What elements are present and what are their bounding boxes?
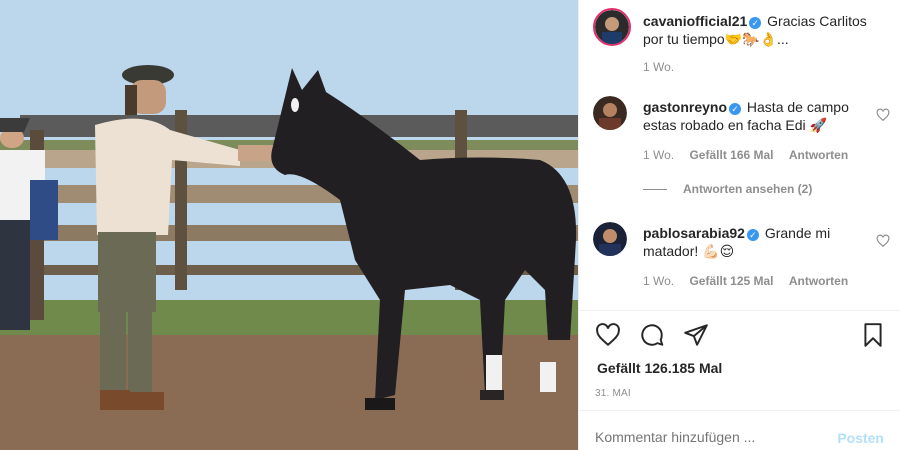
view-replies-label: Antworten ansehen (2) xyxy=(683,182,813,196)
comment-time[interactable]: 1 Wo. xyxy=(643,274,674,288)
commenter-avatar[interactable] xyxy=(593,96,627,130)
reply-button[interactable]: Antworten xyxy=(789,274,848,288)
comment-input[interactable] xyxy=(595,429,795,445)
verified-icon: ✓ xyxy=(746,229,759,241)
comment-meta: 1 Wo. Gefällt 125 Mal Antworten xyxy=(643,274,860,288)
verified-icon: ✓ xyxy=(729,103,742,115)
verified-icon: ✓ xyxy=(749,17,762,29)
post-comment-button[interactable]: Posten xyxy=(837,430,884,446)
author-username[interactable]: cavaniofficial21 xyxy=(643,13,747,29)
caption-meta: 1 Wo. xyxy=(643,60,686,74)
comment-text-block: gastonreyno ✓ Hasta de campo estas robado… xyxy=(643,98,868,134)
commenter-username[interactable]: gastonreyno xyxy=(643,99,727,115)
comment-icon[interactable] xyxy=(639,322,665,348)
caption-text-block: cavaniofficial21 ✓ Gracias Carlitos por t… xyxy=(643,12,868,48)
divider xyxy=(579,410,900,411)
post-caption: cavaniofficial21 ✓ Gracias Carlitos por t… xyxy=(593,8,890,78)
comment-meta: 1 Wo. Gefällt 166 Mal Antworten xyxy=(643,148,860,162)
comment-item: gastonreyno ✓ Hasta de campo estas robado… xyxy=(593,96,890,176)
view-replies-button[interactable]: Antworten ansehen (2) xyxy=(643,182,812,196)
comment-time[interactable]: 1 Wo. xyxy=(643,148,674,162)
author-avatar[interactable] xyxy=(593,8,631,46)
comment-like-heart-icon[interactable] xyxy=(876,108,890,122)
likes-count[interactable]: Gefällt 126.185 Mal xyxy=(597,360,722,376)
reply-button[interactable]: Antworten xyxy=(789,148,848,162)
photo-horse-and-man xyxy=(0,0,578,450)
comment-item: pablosarabia92 ✓ Grande mi matador! 💪🏻😌 1… xyxy=(593,222,890,302)
post-date[interactable]: 31. MAI xyxy=(595,388,631,399)
share-icon[interactable] xyxy=(683,322,709,348)
commenter-avatar[interactable] xyxy=(593,222,627,256)
comment-likes[interactable]: Gefällt 125 Mal xyxy=(689,274,773,288)
post-side-panel: cavaniofficial21 ✓ Gracias Carlitos por t… xyxy=(578,0,900,450)
comment-likes[interactable]: Gefällt 166 Mal xyxy=(689,148,773,162)
bookmark-icon[interactable] xyxy=(860,322,886,348)
caption-time[interactable]: 1 Wo. xyxy=(643,60,674,74)
divider xyxy=(579,310,900,311)
comment-text-block: pablosarabia92 ✓ Grande mi matador! 💪🏻😌 xyxy=(643,224,868,260)
action-bar xyxy=(595,322,886,352)
comment-like-heart-icon[interactable] xyxy=(876,234,890,248)
commenter-username[interactable]: pablosarabia92 xyxy=(643,225,745,241)
replies-line xyxy=(643,188,667,190)
heart-icon[interactable] xyxy=(595,322,621,348)
post-photo[interactable] xyxy=(0,0,578,450)
